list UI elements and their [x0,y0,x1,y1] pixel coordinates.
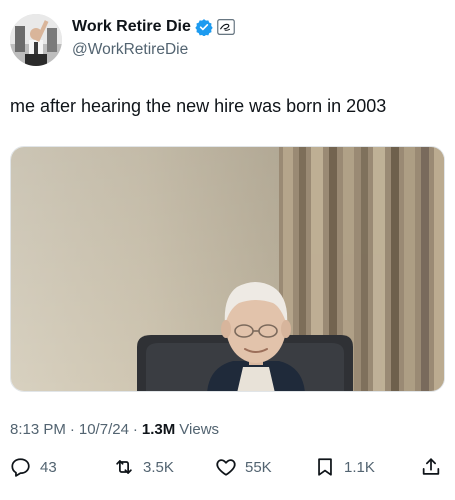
meta-separator: · [69,421,75,438]
reply-button[interactable]: 43 [10,452,57,482]
heart-icon [216,459,236,476]
tweet-date[interactable]: 10/7/24 [79,421,129,438]
repost-count: 3.5K [143,458,174,476]
bookmark-button[interactable]: 1.1K [314,452,375,482]
tweet-time[interactable]: 8:13 PM [10,421,66,438]
like-button[interactable]: 55K [215,452,272,482]
media-photo [11,147,444,391]
tweet-meta: 8:13 PM · 10/7/24 · 1.3M Views [10,421,219,438]
views-count: 1.3M [141,421,176,438]
tweet-header: Work Retire Die @WorkRetireDie [10,12,445,68]
avatar[interactable] [10,14,62,66]
bookmark-count: 1.1K [344,458,375,476]
verified-badge-icon [195,18,213,37]
handle[interactable]: @WorkRetireDie [72,41,235,59]
name-row: Work Retire Die [72,16,235,38]
reply-icon [11,458,30,477]
tweet-media[interactable] [10,146,445,392]
like-count: 55K [245,458,272,476]
affiliate-badge-icon[interactable] [217,19,235,35]
tweet-text: me after hearing the new hire was born i… [10,96,387,116]
display-name[interactable]: Work Retire Die [72,18,191,36]
meta-separator: · [132,421,138,438]
share-icon [422,458,440,475]
avatar-image [10,14,62,66]
views-label: Views [179,421,220,438]
action-bar: 43 3.5K 55K 1.1K [0,452,455,482]
reply-count: 43 [40,458,57,476]
bookmark-icon [318,458,332,476]
share-button[interactable] [420,452,442,482]
author-names: Work Retire Die @WorkRetireDie [72,16,235,59]
repost-icon [116,460,132,474]
repost-button[interactable]: 3.5K [113,452,174,482]
